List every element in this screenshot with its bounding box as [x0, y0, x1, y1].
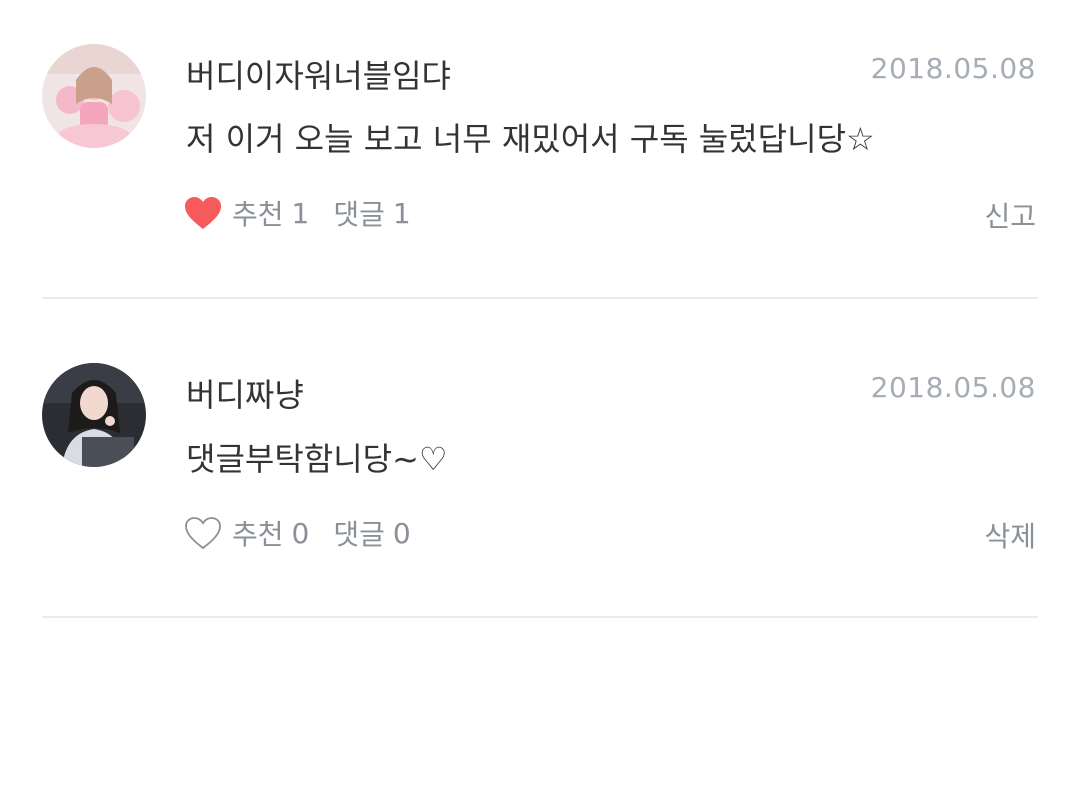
like-count: 1	[291, 196, 310, 230]
avatar[interactable]	[42, 44, 146, 148]
reply-label: 댓글	[333, 198, 385, 231]
comment-date: 2018.05.08	[870, 52, 1036, 85]
comment-text: 저 이거 오늘 보고 너무 재밌어서 구독 눌렀답니당☆	[186, 120, 875, 158]
divider	[42, 616, 1038, 618]
comment-actions: 추천 0 댓글 0	[184, 513, 435, 553]
comment-text: 댓글부탁함니당~♡	[186, 440, 448, 478]
heart-filled-icon	[184, 196, 222, 230]
like-label: 추천	[232, 518, 284, 551]
like-count: 0	[291, 516, 310, 550]
reply-button[interactable]: 댓글 1	[333, 193, 410, 233]
reply-count: 0	[392, 516, 411, 550]
report-button[interactable]: 신고	[984, 195, 1036, 235]
comment-author[interactable]: 버디짜냥	[186, 370, 304, 416]
comment-author[interactable]: 버디이자워너블임댜	[186, 51, 451, 97]
like-button[interactable]: 추천 1	[184, 193, 309, 233]
like-label: 추천	[232, 198, 284, 231]
comment-actions: 추천 1 댓글 1	[184, 193, 435, 233]
avatar-photo-icon	[42, 44, 146, 148]
reply-count: 1	[392, 196, 411, 230]
like-button[interactable]: 추천 0	[184, 513, 309, 553]
reply-button[interactable]: 댓글 0	[333, 513, 410, 553]
reply-label: 댓글	[333, 518, 385, 551]
avatar[interactable]	[42, 363, 146, 467]
delete-button[interactable]: 삭제	[984, 515, 1036, 555]
heart-outline-icon	[184, 516, 222, 550]
comment-date: 2018.05.08	[870, 371, 1036, 404]
avatar-photo-icon	[42, 363, 146, 467]
divider	[42, 297, 1038, 299]
